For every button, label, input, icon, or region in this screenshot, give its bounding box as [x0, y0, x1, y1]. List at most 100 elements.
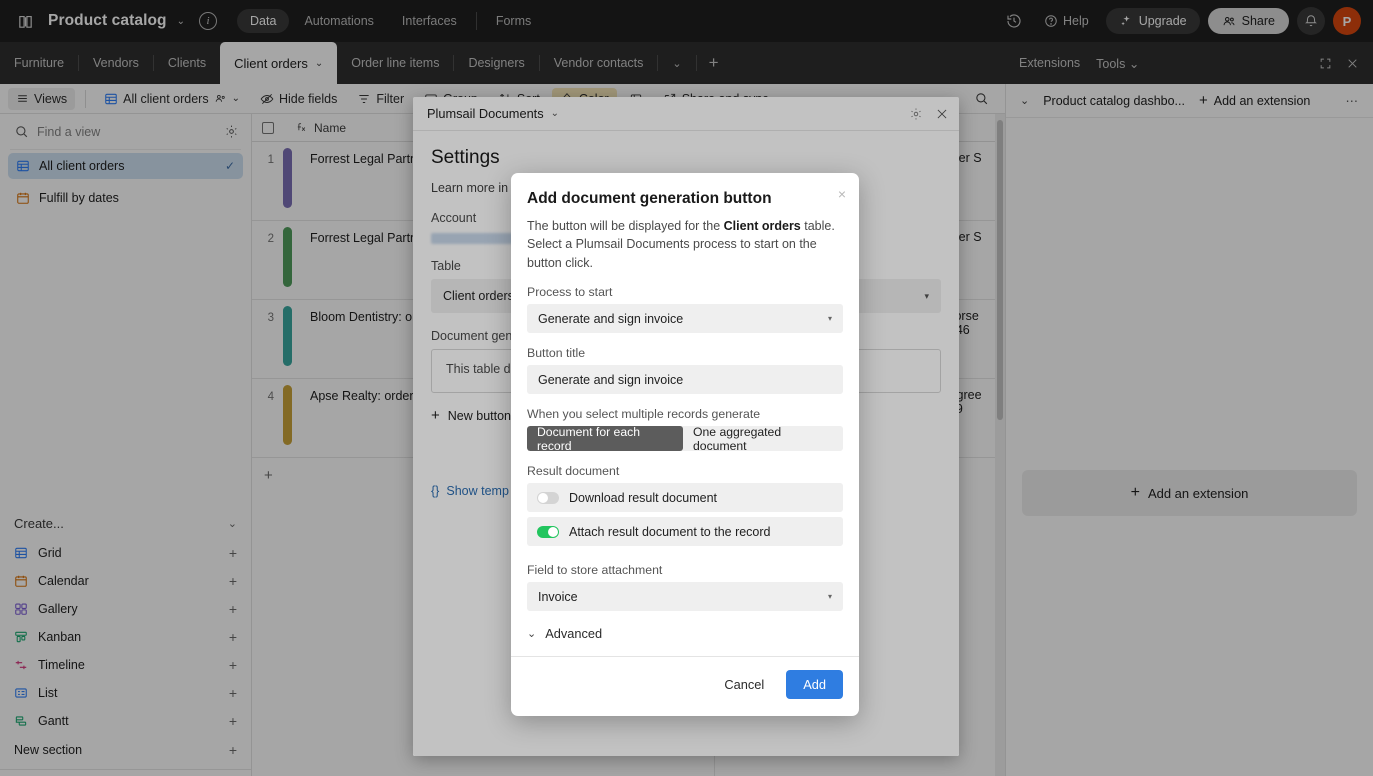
app-root: Product catalog ⌄ i Data Automations Int…: [0, 0, 1373, 776]
attach-result-document-toggle[interactable]: [537, 525, 559, 538]
gantt-icon: [15, 716, 27, 726]
share-button[interactable]: Share: [1207, 8, 1289, 34]
create-item-gantt[interactable]: Gantt +: [0, 707, 251, 735]
table-tab-vendors[interactable]: Vendors: [79, 42, 153, 84]
close-icon[interactable]: ×: [838, 187, 846, 201]
info-icon[interactable]: i: [199, 12, 218, 30]
select-all-checkbox[interactable]: [252, 121, 284, 134]
dialog-description-table-name: Client orders: [723, 219, 801, 233]
table-tab-bar: Furniture Vendors Clients Client orders …: [0, 42, 1005, 84]
multiple-records-label: When you select multiple records generat…: [527, 407, 761, 422]
avatar[interactable]: P: [1333, 7, 1361, 35]
chevron-down-icon[interactable]: ⌄: [1020, 94, 1029, 107]
advanced-section-toggle[interactable]: ⌄ Advanced: [527, 626, 843, 641]
cancel-button[interactable]: Cancel: [712, 670, 776, 699]
search-input[interactable]: [37, 124, 216, 139]
create-item-gallery[interactable]: Gallery +: [0, 595, 251, 623]
table-tab-furniture[interactable]: Furniture: [0, 42, 78, 84]
nav-divider: [475, 12, 477, 30]
row-color-bar: [283, 385, 292, 445]
process-to-start-select[interactable]: Generate and sign invoice ▾: [527, 304, 843, 334]
tab-interfaces[interactable]: Interfaces: [389, 9, 470, 33]
add-extension-large-button[interactable]: + Add an extension: [1022, 470, 1357, 516]
button-title-input[interactable]: Generate and sign invoice: [527, 365, 843, 395]
create-item-kanban[interactable]: Kanban +: [0, 623, 251, 651]
extensions-header: Extensions Tools ⌄: [1005, 42, 1373, 84]
plus-icon[interactable]: +: [229, 742, 237, 758]
chevron-down-icon[interactable]: ⌄: [232, 93, 240, 104]
expand-icon[interactable]: [1319, 57, 1332, 70]
plus-icon[interactable]: +: [229, 545, 237, 561]
chevron-down-icon[interactable]: ⌄: [177, 16, 185, 27]
extensions-panel: ⌄ Product catalog dashbo... + Add an ext…: [1005, 84, 1373, 776]
plus-icon[interactable]: +: [229, 601, 237, 617]
eye-off-icon: [260, 93, 274, 104]
help-button[interactable]: Help: [1035, 9, 1098, 33]
upgrade-button[interactable]: Upgrade: [1105, 8, 1200, 34]
toolbar-divider: [85, 89, 87, 108]
add-extension-button[interactable]: + Add an extension: [1199, 92, 1310, 109]
create-item-grid[interactable]: Grid +: [0, 539, 251, 567]
create-item-calendar[interactable]: Calendar +: [0, 567, 251, 595]
extensions-tab[interactable]: Extensions: [1019, 56, 1080, 70]
plus-icon[interactable]: +: [229, 685, 237, 701]
tab-data[interactable]: Data: [237, 9, 290, 33]
tools-tab[interactable]: Tools ⌄: [1096, 56, 1139, 71]
table-tab-order-line-items[interactable]: Order line items: [337, 42, 453, 84]
create-item-timeline[interactable]: Timeline +: [0, 651, 251, 679]
table-tabs-overflow[interactable]: ⌄: [658, 42, 695, 84]
hamburger-icon: [18, 95, 27, 102]
row-number: 4: [267, 391, 274, 403]
tab-automations[interactable]: Automations: [291, 9, 386, 33]
current-view-button[interactable]: All client orders ⌄: [96, 88, 248, 110]
tab-forms[interactable]: Forms: [483, 9, 544, 33]
column-header-name[interactable]: Name: [284, 121, 346, 135]
sidebar-bottom-divider: [0, 769, 251, 770]
sidebar-item-label: Fulfill by dates: [39, 191, 119, 205]
dashboard-selector[interactable]: Product catalog dashbo...: [1043, 94, 1185, 108]
share-label: Share: [1241, 14, 1275, 28]
plus-icon[interactable]: +: [229, 713, 237, 729]
book-icon[interactable]: [12, 8, 38, 34]
create-item-label: Gallery: [38, 602, 78, 616]
create-item-list[interactable]: List +: [0, 679, 251, 707]
ellipsis-icon[interactable]: ⋯: [1346, 93, 1360, 108]
row-color-bar: [283, 148, 292, 208]
button-title-value: Generate and sign invoice: [538, 372, 684, 387]
new-section-button[interactable]: New section +: [0, 735, 251, 765]
chevron-down-icon[interactable]: ⌄: [228, 517, 237, 530]
segment-document-for-each-record[interactable]: Document for each record: [527, 426, 684, 452]
notifications-button[interactable]: [1297, 7, 1325, 35]
cell-name[interactable]: Apse Realty: order for: [292, 379, 432, 403]
field-to-store-attachment-select[interactable]: Invoice ▾: [527, 582, 843, 612]
attach-result-document-row[interactable]: Attach result document to the record: [527, 517, 843, 547]
timeline-icon: [15, 660, 27, 670]
table-tab-client-orders-label: Client orders: [234, 55, 308, 71]
download-result-document-row[interactable]: Download result document: [527, 483, 843, 513]
find-view-row: [0, 114, 251, 149]
views-button[interactable]: Views: [8, 87, 76, 110]
hide-fields-button[interactable]: Hide fields: [252, 88, 345, 110]
plus-icon[interactable]: +: [229, 629, 237, 645]
add-table-button[interactable]: +: [697, 42, 731, 84]
filter-button[interactable]: Filter: [349, 88, 412, 110]
sidebar-item-fulfill-by-dates[interactable]: Fulfill by dates: [8, 185, 243, 211]
add-button[interactable]: Add: [786, 670, 843, 700]
create-header[interactable]: Create... ⌄: [0, 508, 251, 539]
sidebar-item-all-client-orders[interactable]: All client orders ✓: [8, 153, 243, 179]
table-tab-client-orders[interactable]: Client orders ⌄: [220, 42, 338, 84]
close-icon[interactable]: [1346, 57, 1359, 70]
add-extension-large-label: Add an extension: [1147, 485, 1249, 501]
table-tab-designers[interactable]: Designers: [454, 42, 538, 84]
grid-scrollbar[interactable]: [995, 114, 1005, 776]
table-tab-clients[interactable]: Clients: [154, 42, 220, 84]
segment-one-aggregated-document[interactable]: One aggregated document: [683, 426, 843, 451]
search-button[interactable]: [966, 87, 997, 110]
filter-icon: [359, 94, 370, 103]
plus-icon[interactable]: +: [229, 657, 237, 673]
history-icon[interactable]: [1001, 8, 1027, 34]
download-result-document-toggle[interactable]: [537, 491, 559, 504]
table-tab-vendor-contacts[interactable]: Vendor contacts: [540, 42, 658, 84]
chevron-down-icon[interactable]: ⌄: [315, 58, 323, 69]
plus-icon[interactable]: +: [229, 573, 237, 589]
